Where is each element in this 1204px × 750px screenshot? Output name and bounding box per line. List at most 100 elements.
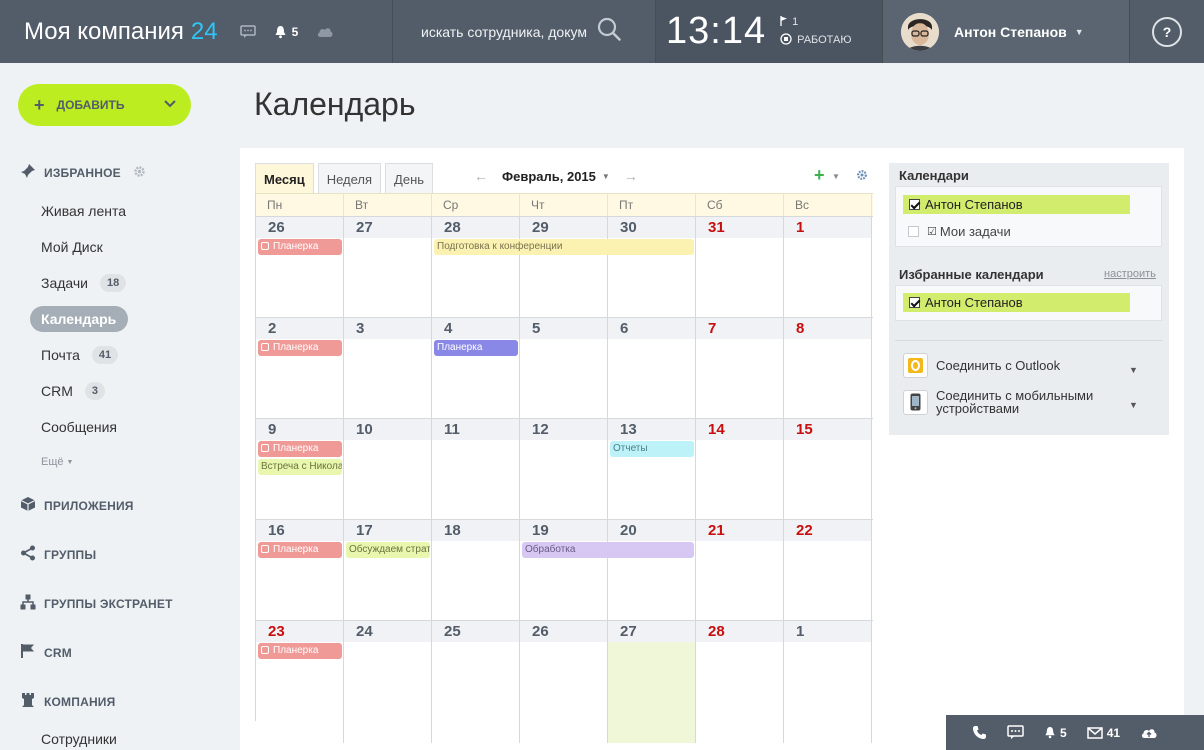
user-menu[interactable]: Антон Степанов ▼ — [883, 0, 1130, 63]
day-number[interactable]: 27 — [344, 217, 431, 238]
day-number[interactable]: 5 — [520, 318, 607, 339]
day-number[interactable]: 30 — [608, 217, 695, 238]
tab-week[interactable]: Неделя — [317, 163, 382, 193]
sidebar-item-disk[interactable]: Мой Диск — [41, 239, 103, 255]
day-cell[interactable]: 1 — [784, 621, 872, 743]
day-number[interactable]: 1 — [784, 621, 871, 642]
sidebar-item-employees[interactable]: Сотрудники — [41, 731, 117, 747]
connect-mobile[interactable]: Соединить с мобильными устройствами — [903, 389, 1093, 415]
gear-icon[interactable] — [856, 168, 868, 186]
day-number[interactable]: 20 — [608, 520, 695, 541]
calendar-event[interactable]: Планерка — [434, 340, 518, 356]
day-number[interactable]: 6 — [608, 318, 695, 339]
section-crm[interactable]: CRM — [20, 643, 72, 662]
day-number[interactable]: 18 — [432, 520, 519, 541]
chat-icon[interactable] — [1007, 725, 1024, 740]
sidebar-item-mail[interactable]: Почта 41 — [41, 346, 119, 364]
search-icon[interactable] — [597, 17, 621, 46]
work-day-block[interactable]: 13:14 1 РАБОТАЮ — [656, 0, 883, 63]
day-number[interactable]: 27 — [608, 621, 695, 642]
caret-down-icon[interactable]: ▼ — [602, 172, 610, 181]
day-number[interactable]: 16 — [256, 520, 343, 541]
day-number[interactable]: 1 — [784, 217, 871, 238]
day-number[interactable]: 25 — [432, 621, 519, 642]
checkbox[interactable] — [909, 199, 920, 210]
day-number[interactable]: 10 — [344, 419, 431, 440]
calendar-event[interactable]: Встреча с Николаем — [258, 459, 342, 475]
sidebar-item-tasks[interactable]: Задачи 18 — [41, 274, 127, 292]
checkbox[interactable] — [909, 297, 920, 308]
section-apps[interactable]: ПРИЛОЖЕНИЯ — [20, 496, 134, 515]
day-number[interactable]: 2 — [256, 318, 343, 339]
phone-icon[interactable] — [972, 725, 987, 740]
checkbox[interactable] — [908, 226, 919, 237]
day-number[interactable]: 12 — [520, 419, 607, 440]
calendar-event[interactable]: Планерка — [258, 542, 342, 558]
day-number[interactable]: 14 — [696, 419, 783, 440]
calendar-event[interactable]: Планерка — [258, 340, 342, 356]
calendar-event[interactable]: Подготовка к конференции — [434, 239, 694, 255]
month-label[interactable]: Февраль, 2015 — [502, 169, 596, 184]
bell-icon[interactable]: 5 — [274, 25, 298, 39]
gear-icon[interactable] — [133, 165, 154, 181]
add-button[interactable]: + ДОБАВИТЬ — [18, 84, 191, 126]
cloud-icon[interactable] — [316, 26, 334, 38]
mail-icon[interactable]: 41 — [1086, 726, 1120, 740]
day-cell[interactable]: 26 — [520, 621, 608, 743]
day-cell[interactable]: 24 — [344, 621, 432, 743]
sidebar-item-calendar[interactable]: Календарь — [30, 306, 129, 332]
tasks-calendar-item[interactable]: ☑ Мои задачи — [908, 224, 1011, 239]
day-number[interactable]: 9 — [256, 419, 343, 440]
day-number[interactable]: 31 — [696, 217, 783, 238]
day-number[interactable]: 26 — [256, 217, 343, 238]
day-number[interactable]: 15 — [784, 419, 871, 440]
chat-icon[interactable] — [239, 24, 256, 39]
caret-down-icon[interactable]: ▼ — [1129, 365, 1138, 375]
caret-down-icon[interactable]: ▼ — [832, 172, 840, 181]
arrow-right-icon[interactable]: → — [624, 168, 638, 184]
day-number[interactable]: 7 — [696, 318, 783, 339]
day-cell[interactable]: 28 — [696, 621, 784, 743]
section-extranet[interactable]: ГРУППЫ ЭКСТРАНЕТ — [20, 594, 173, 613]
connect-outlook[interactable]: Соединить с Outlook — [903, 353, 1060, 378]
day-cell[interactable]: 23 — [256, 621, 344, 743]
day-number[interactable]: 24 — [344, 621, 431, 642]
help-button[interactable]: ? — [1152, 16, 1182, 47]
day-number[interactable]: 13 — [608, 419, 695, 440]
day-cell[interactable]: 25 — [432, 621, 520, 743]
day-number[interactable]: 21 — [696, 520, 783, 541]
day-number[interactable]: 3 — [344, 318, 431, 339]
day-number[interactable]: 29 — [520, 217, 607, 238]
day-number[interactable]: 19 — [520, 520, 607, 541]
day-number[interactable]: 28 — [696, 621, 783, 642]
caret-down-icon[interactable]: ▼ — [1129, 400, 1138, 410]
calendar-item[interactable]: Антон Степанов — [903, 293, 1130, 312]
day-number[interactable]: 26 — [520, 621, 607, 642]
sidebar-more[interactable]: Ещё ▼ — [41, 456, 73, 468]
calendar-event[interactable]: Отчеты — [610, 441, 694, 457]
configure-link[interactable]: настроить — [1104, 268, 1156, 280]
day-number[interactable]: 22 — [784, 520, 871, 541]
sidebar-item-crm[interactable]: CRM 3 — [41, 382, 106, 400]
day-number[interactable]: 23 — [256, 621, 343, 642]
section-favorites[interactable]: ИЗБРАННОЕ — [20, 163, 154, 182]
day-number[interactable]: 4 — [432, 318, 519, 339]
tab-month[interactable]: Месяц — [255, 163, 314, 195]
day-number[interactable]: 17 — [344, 520, 431, 541]
brand-name[interactable]: Моя компания — [24, 18, 184, 46]
add-event-icon[interactable]: + — [814, 166, 825, 184]
calendar-event[interactable]: Планерка — [258, 441, 342, 457]
sidebar-item-feed[interactable]: Живая лента — [41, 203, 126, 219]
day-number[interactable]: 11 — [432, 419, 519, 440]
day-number[interactable]: 28 — [432, 217, 519, 238]
calendar-event[interactable]: Обсуждаем стратегию — [346, 542, 430, 558]
arrow-left-icon[interactable]: ← — [474, 168, 488, 184]
calendar-event[interactable]: Планерка — [258, 643, 342, 659]
brand-number[interactable]: 24 — [191, 18, 218, 46]
bell-icon[interactable]: 5 — [1044, 726, 1067, 740]
calendar-event[interactable]: Планерка — [258, 239, 342, 255]
tab-day[interactable]: День — [385, 163, 434, 193]
section-company[interactable]: КОМПАНИЯ — [20, 692, 115, 711]
calendar-event[interactable]: Обработка — [522, 542, 694, 558]
day-number[interactable]: 8 — [784, 318, 871, 339]
